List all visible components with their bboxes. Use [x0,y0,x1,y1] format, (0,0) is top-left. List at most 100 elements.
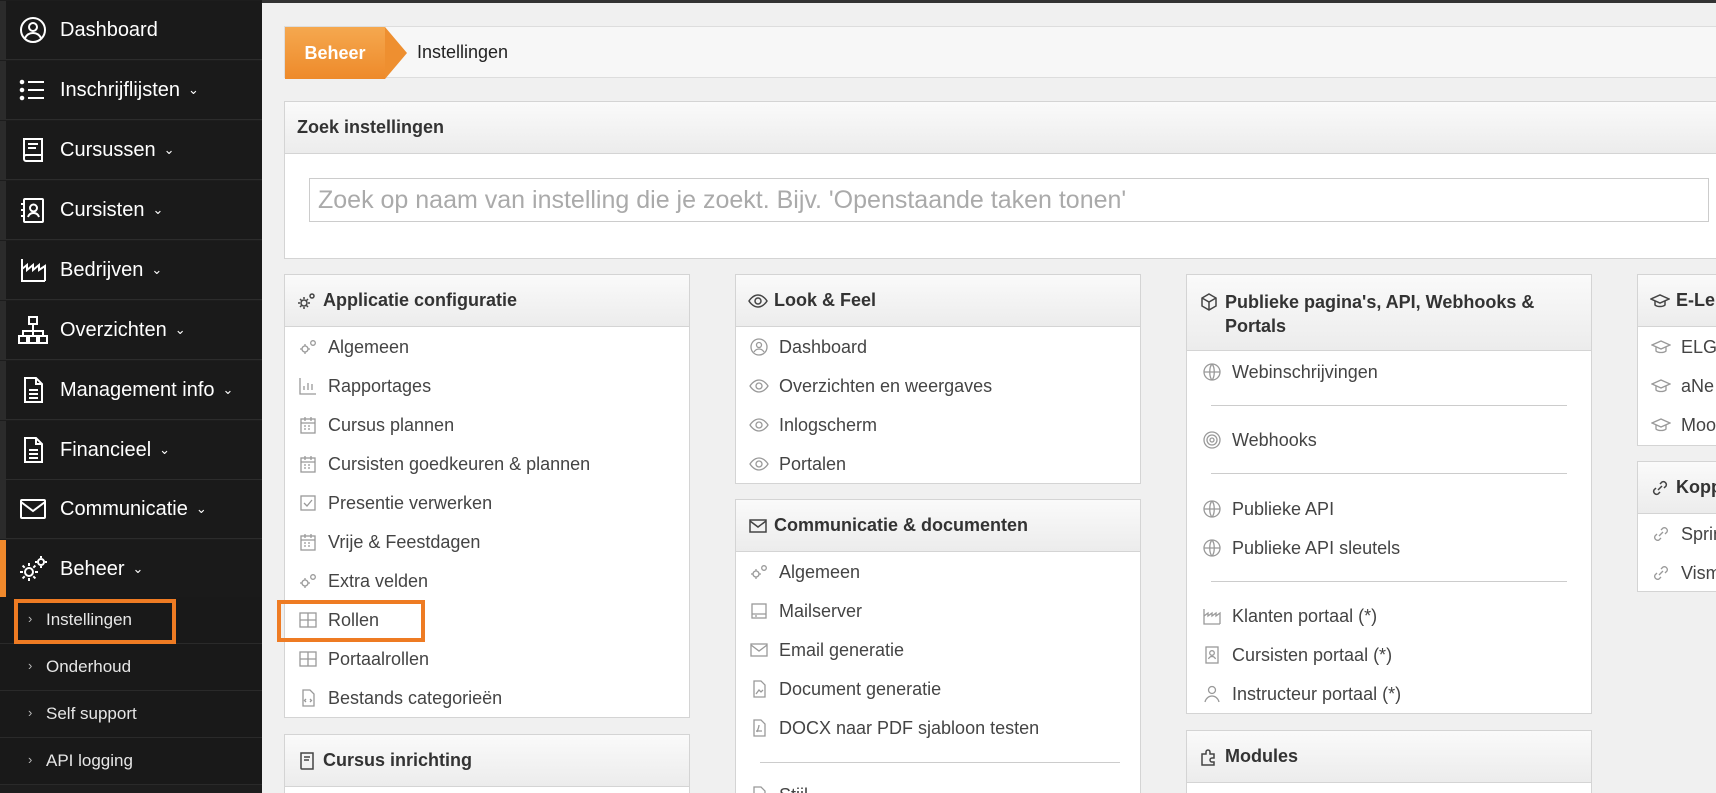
highlight-box-rollen [277,600,425,642]
sidebar-subitem-label: Self support [46,704,137,723]
globe-icon [1201,361,1223,383]
sidebar-subitem-self-support[interactable]: › Self support [0,691,262,738]
sidebar-item-communicatie[interactable]: Communicatie ⌄ [0,480,262,539]
server-icon [748,600,770,622]
settings-link-cursus-plannen[interactable]: Cursus plannen [297,408,454,442]
gears-icon [18,554,48,584]
settings-link-webinschrijvingen[interactable]: Webinschrijvingen [1201,355,1378,389]
settings-link-label: Webinschrijvingen [1232,361,1378,382]
highlight-box-instellingen [14,599,176,644]
settings-link-elearn-1[interactable]: ELGI [1650,330,1716,364]
settings-link-bestands-categorieen[interactable]: Bestands categorieën [297,681,502,715]
panel-title: Kopp [1676,477,1716,497]
sidebar-item-cursisten[interactable]: Cursisten ⌄ [0,181,262,240]
search-input[interactable]: Zoek op naam van instelling die je zoekt… [309,178,1709,222]
sidebar-item-beheer[interactable]: Beheer ⌄ [0,540,262,599]
book-icon [300,751,314,770]
settings-link-kopp-2[interactable]: Vism [1650,556,1716,590]
settings-link-kopp-1[interactable]: Sprin [1650,517,1716,551]
file-icon [748,784,770,793]
calendar-icon [297,414,319,436]
settings-link-portalen[interactable]: Portalen [748,447,846,481]
chevron-down-icon: ⌄ [159,442,171,457]
search-panel: Zoek instellingen Zoek op naam van inste… [284,101,1716,259]
file-pdf-icon [748,717,770,739]
document-icon [18,435,48,465]
sidebar-item-dashboard[interactable]: Dashboard [0,1,262,60]
settings-link-publieke-api-sleutels[interactable]: Publieke API sleutels [1201,531,1400,565]
settings-link-label: aNe [1681,375,1715,396]
settings-link-label: Moo [1681,414,1716,435]
settings-link-comm-algemeen[interactable]: Algemeen [748,555,860,589]
envelope-icon [749,518,767,533]
settings-link-label: Stijl [779,785,808,793]
settings-link-label: Cursisten goedkeuren & plannen [328,453,591,474]
sidebar-label-text: Overzichten [60,319,167,341]
settings-link-klanten-portaal[interactable]: Klanten portaal (*) [1201,599,1377,633]
panel-e-learning: E-Le ELGI aNe Moo [1637,274,1716,446]
sidebar-item-management-info[interactable]: Management info ⌄ [0,361,262,420]
panel-header: Cursus inrichting [285,735,689,787]
panel-header: Publieke pagina's, API, Webhooks & Porta… [1187,275,1591,351]
sidebar-item-financieel[interactable]: Financieel ⌄ [0,421,262,480]
panel-title: Cursus inrichting [323,750,473,770]
settings-link-portaalrollen[interactable]: Portaalrollen [297,642,429,676]
separator [760,762,1120,763]
sidebar-item-overzichten[interactable]: Overzichten ⌄ [0,301,262,360]
settings-link-label: Overzichten en weergaves [779,375,993,396]
settings-link-algemeen[interactable]: Algemeen [297,330,409,364]
sidebar-item-bedrijven[interactable]: Bedrijven ⌄ [0,241,262,300]
settings-link-label: Publieke API sleutels [1232,537,1401,558]
settings-link-mailserver[interactable]: Mailserver [748,594,862,628]
sidebar-item-cursussen[interactable]: Cursussen ⌄ [0,121,262,180]
settings-link-docx-pdf[interactable]: DOCX naar PDF sjabloon testen [748,711,1039,745]
settings-link-label: Vism [1681,562,1716,583]
chevron-down-icon: ⌄ [222,382,234,397]
industry-icon [1201,605,1223,627]
settings-link-stijl[interactable]: Stijl [748,778,808,793]
sidebar-subitem-api-logging[interactable]: › API logging [0,738,262,785]
settings-link-instructeur-portaal[interactable]: Instructeur portaal (*) [1201,677,1401,711]
settings-link-label: Instructeur portaal (*) [1232,683,1402,704]
file-code-icon [297,687,319,709]
settings-link-inlogscherm[interactable]: Inlogscherm [748,408,877,442]
sidebar-subitem-onderhoud[interactable]: › Onderhoud [0,644,262,691]
settings-link-overzichten[interactable]: Overzichten en weergaves [748,369,992,403]
panel-header: Kopp [1638,462,1716,514]
graduation-cap-icon [1650,293,1670,307]
settings-link-label: Email generatie [779,639,905,660]
settings-link-extra-velden[interactable]: Extra velden [297,564,428,598]
user-circle-icon [18,15,48,45]
eye-icon [748,414,770,436]
sidebar-item-label: Dashboard [60,19,166,42]
puzzle-icon [1201,748,1215,766]
bar-chart-icon [297,375,319,397]
settings-link-label: Portaalrollen [328,648,430,669]
table-icon [297,648,319,670]
breadcrumb-current: Instellingen [417,42,509,62]
settings-link-label: Document generatie [779,678,942,699]
panel-title: Modules [1225,746,1299,766]
settings-link-document-generatie[interactable]: Document generatie [748,672,941,706]
settings-link-elearn-3[interactable]: Moo [1650,408,1716,442]
sidebar-label-text: Bedrijven [60,259,144,281]
chevron-down-icon: ⌄ [163,142,175,157]
settings-link-email-generatie[interactable]: Email generatie [748,633,904,667]
chevron-down-icon: ⌄ [174,322,186,337]
settings-link-dashboard[interactable]: Dashboard [748,330,867,364]
settings-link-webhooks[interactable]: Webhooks [1201,423,1317,457]
settings-link-cursisten-portaal[interactable]: Cursisten portaal (*) [1201,638,1392,672]
settings-link-presentie[interactable]: Presentie verwerken [297,486,492,520]
calendar-icon [297,531,319,553]
breadcrumb-home[interactable]: Beheer [285,27,385,79]
calendar-icon [297,453,319,475]
chevron-right-icon: › [28,658,33,673]
sidebar-item-inschrijflijsten[interactable]: Inschrijflijsten ⌄ [0,61,262,120]
settings-link-rapportages[interactable]: Rapportages [297,369,431,403]
settings-link-elearn-2[interactable]: aNe [1650,369,1714,403]
settings-link-publieke-api[interactable]: Publieke API [1201,492,1334,526]
document-icon [18,375,48,405]
settings-link-label: Bestands categorieën [328,687,503,708]
settings-link-vrije-feestdagen[interactable]: Vrije & Feestdagen [297,525,480,559]
settings-link-cursisten-goedkeuren[interactable]: Cursisten goedkeuren & plannen [297,447,590,481]
